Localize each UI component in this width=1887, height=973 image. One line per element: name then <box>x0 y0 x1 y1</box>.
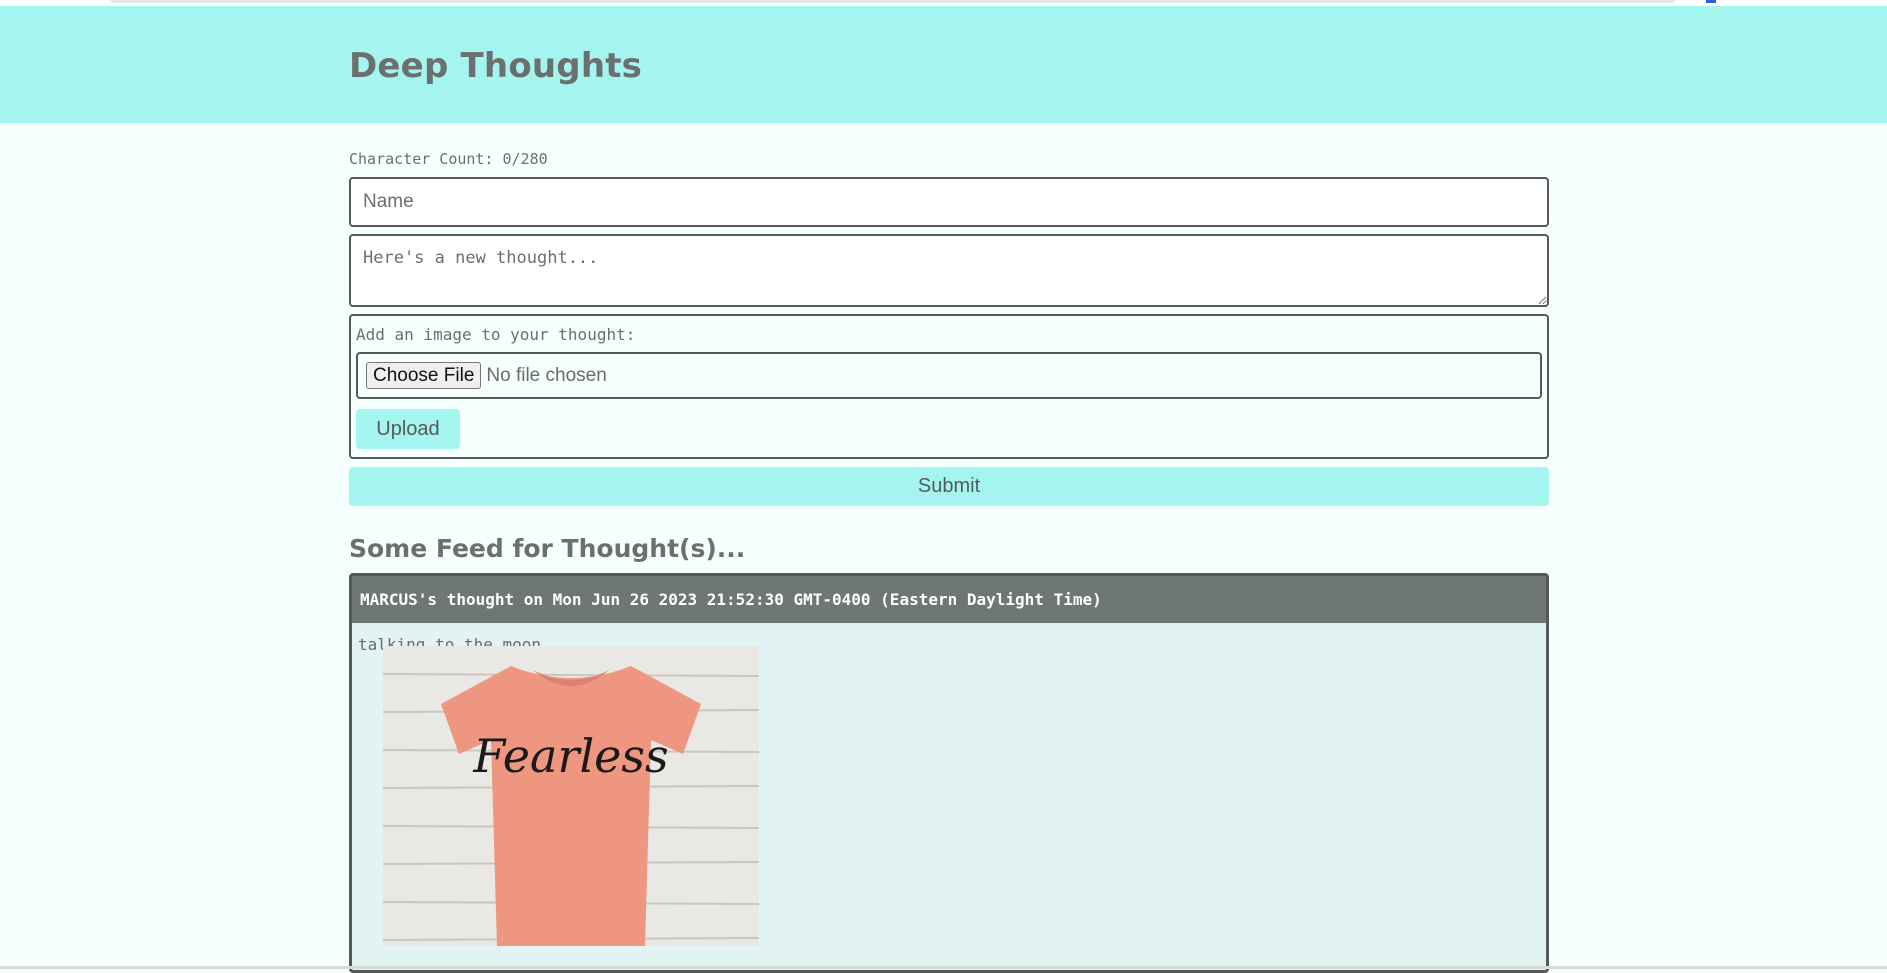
page-header: Deep Thoughts <box>0 6 1887 123</box>
browser-indicator <box>1706 0 1716 3</box>
file-input[interactable]: Choose File No file chosen <box>356 352 1542 399</box>
thought-card: MARCUS's thought on Mon Jun 26 2023 21:5… <box>349 573 1549 973</box>
choose-file-button[interactable]: Choose File <box>366 362 482 389</box>
thought-textarea[interactable] <box>349 234 1549 307</box>
submit-button[interactable]: Submit <box>349 467 1549 506</box>
image-upload-form: Add an image to your thought: Choose Fil… <box>349 314 1549 459</box>
character-count: Character Count: 0/280 <box>349 150 548 168</box>
feed-title: Some Feed for Thought(s)... <box>349 534 746 563</box>
browser-tab-edge <box>110 0 1675 3</box>
tshirt-photo: Fearless <box>383 646 759 946</box>
thought-header[interactable]: MARCUS's thought on Mon Jun 26 2023 21:5… <box>352 576 1546 623</box>
tshirt-print-text: Fearless <box>472 729 668 783</box>
upload-button[interactable]: Upload <box>356 409 460 449</box>
name-input[interactable] <box>349 177 1549 227</box>
thought-image: Fearless <box>383 646 759 946</box>
file-status-text: No file chosen <box>486 364 607 386</box>
image-upload-label: Add an image to your thought: <box>356 325 636 344</box>
site-title[interactable]: Deep Thoughts <box>349 46 642 86</box>
